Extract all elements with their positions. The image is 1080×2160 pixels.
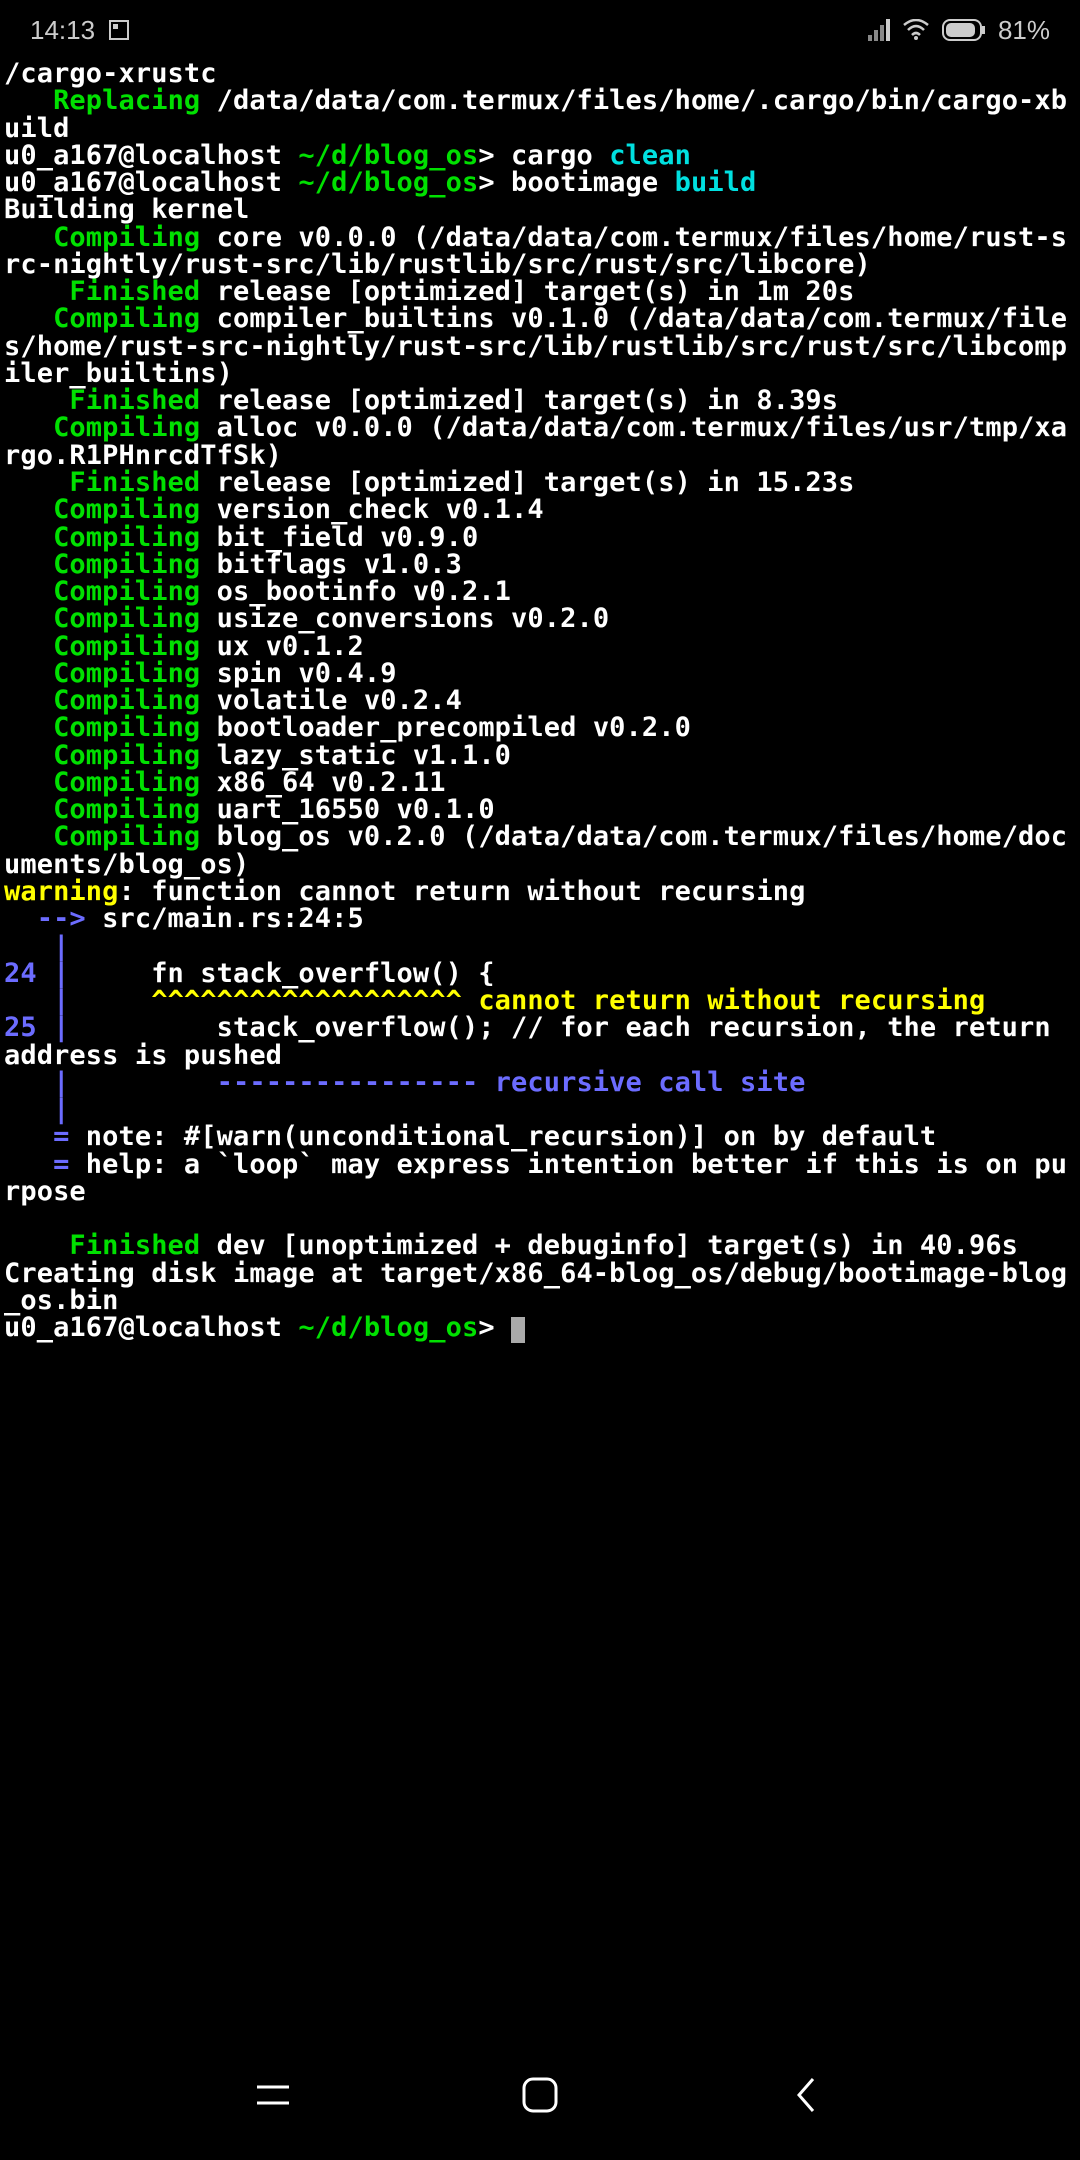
terminal-text: stack_overflow(); // for each recursion,… bbox=[4, 1012, 1067, 1070]
recents-icon[interactable] bbox=[251, 2073, 295, 2117]
navigation-bar bbox=[0, 2030, 1080, 2160]
terminal[interactable]: /cargo-xrustc Replacing /data/data/com.t… bbox=[0, 60, 1080, 1343]
terminal-text: > bbox=[478, 1312, 511, 1343]
status-left: 14:13 bbox=[30, 15, 129, 46]
status-bar: 14:13 81% bbox=[0, 0, 1080, 60]
signal-icon bbox=[868, 19, 890, 41]
clock: 14:13 bbox=[30, 15, 95, 46]
terminal-text: u0_a167@localhost bbox=[4, 1312, 298, 1343]
terminal-text: ~/d/blog_os bbox=[298, 1312, 478, 1343]
battery-percent: 81% bbox=[998, 15, 1050, 46]
wifi-icon bbox=[902, 19, 930, 41]
notification-icon bbox=[109, 20, 129, 40]
terminal-text: bootimage bbox=[511, 167, 675, 198]
back-icon[interactable] bbox=[785, 2073, 829, 2117]
terminal-text: : a `loop` may express intention better … bbox=[4, 1149, 1067, 1207]
terminal-text: ~/d/blog_os bbox=[298, 167, 478, 198]
terminal-text: > bbox=[478, 167, 511, 198]
battery-icon bbox=[942, 19, 986, 41]
terminal-text: help bbox=[86, 1149, 151, 1180]
terminal-text: Creating disk image at target/x86_64-blo… bbox=[4, 1258, 1067, 1316]
terminal-text: src/main.rs:24:5 bbox=[102, 903, 364, 934]
status-right: 81% bbox=[868, 15, 1050, 46]
terminal-text: build bbox=[675, 167, 757, 198]
home-icon[interactable] bbox=[518, 2073, 562, 2117]
cursor bbox=[511, 1317, 525, 1343]
terminal-text: | ---------------- recursive call site bbox=[4, 1067, 805, 1098]
